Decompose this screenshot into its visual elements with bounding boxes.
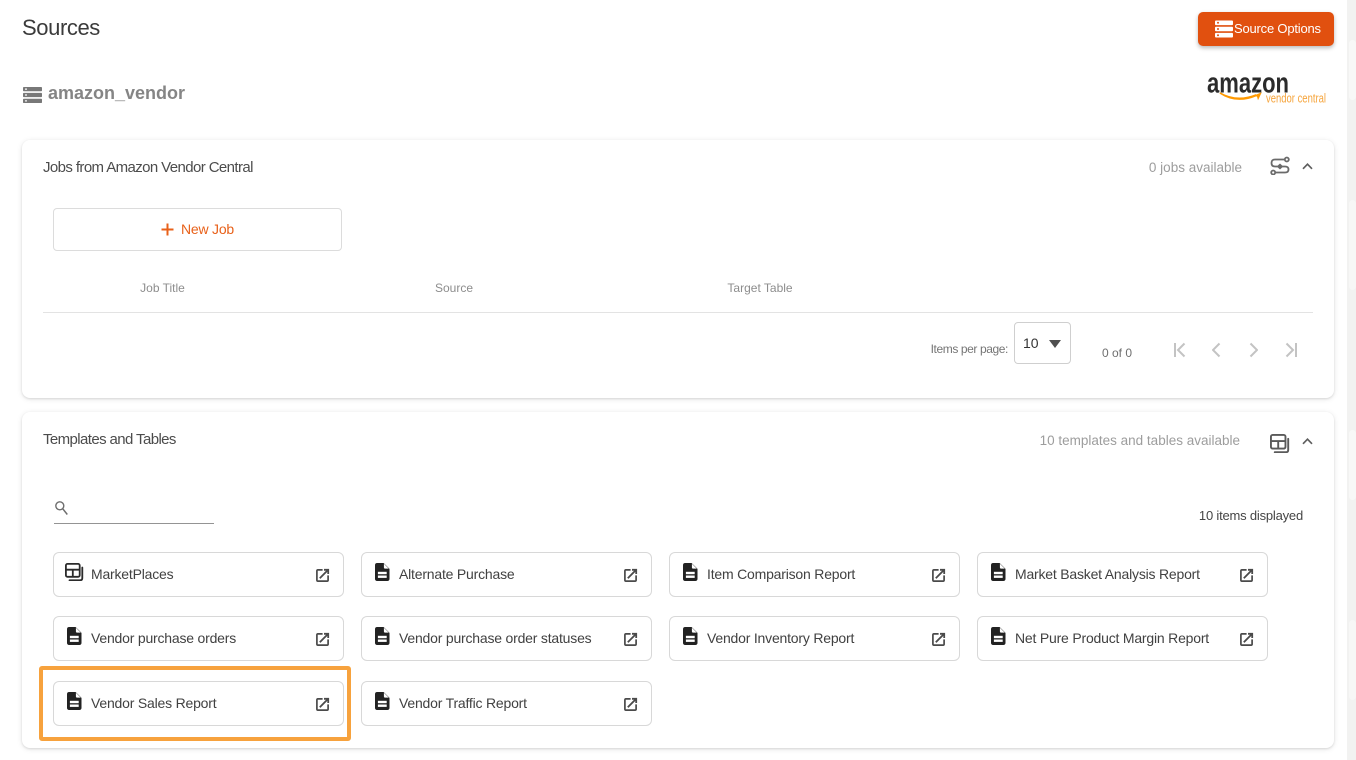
svg-text:vendor central: vendor central bbox=[1266, 91, 1326, 106]
